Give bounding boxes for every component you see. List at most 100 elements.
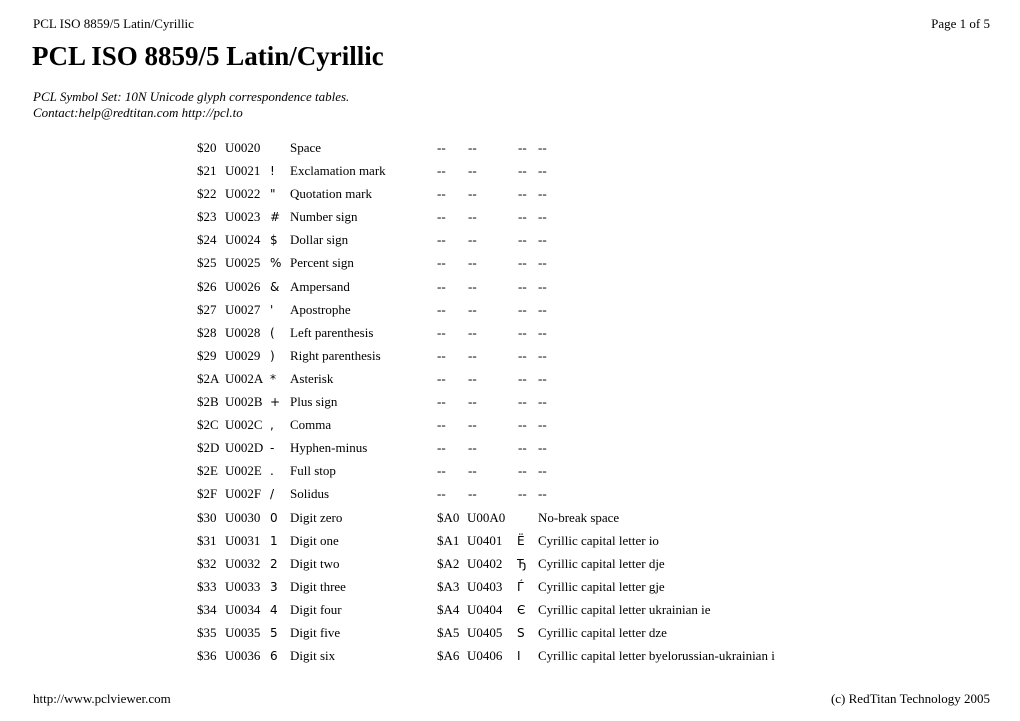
code-cell: $35 (197, 624, 217, 640)
unicode-cell: U0028 (225, 324, 261, 340)
glyph-cell: - (270, 441, 275, 456)
code2-cell: -- (437, 301, 446, 317)
glyph2-cell: -- (518, 370, 527, 386)
glyph-cell: # (270, 210, 281, 225)
code-cell: $20 (197, 140, 217, 155)
unicode-cell: U002C (225, 417, 263, 433)
glyph2-cell: Ё (517, 533, 525, 548)
unicode2-cell: -- (468, 463, 477, 479)
name-cell: Comma (290, 417, 332, 433)
name2-cell: -- (538, 186, 547, 202)
unicode2-cell: -- (468, 140, 477, 155)
table-row: $2C U002C, Comma -- -- -- -- (0, 416, 1020, 439)
glyph2-cell: -- (518, 255, 527, 271)
table-row: $35 U0035 5 Digit five $A5 U0405 Ѕ Cyrillic cap… (0, 624, 1020, 647)
name2-cell: -- (538, 370, 547, 386)
table-row: $2A U002A * Asterisk -- -- -- -- (0, 370, 1020, 393)
unicode-cell: U0031 (225, 532, 261, 548)
name-cell: Apostrophe (290, 301, 351, 317)
name2-cell: -- (538, 417, 547, 433)
name2-cell: -- (538, 255, 547, 271)
code-cell: $27 (197, 301, 217, 317)
unicode2-cell: U0405 (467, 624, 503, 640)
glyph2-cell: -- (518, 417, 527, 433)
name2-cell: -- (538, 486, 547, 502)
table-row: $36 U0036 6 Digit six $A6 U0406 І Cyrillic capi… (0, 647, 1020, 670)
code-cell: $32 (197, 555, 217, 571)
name-cell: Dollar sign (290, 232, 349, 248)
glyph-cell: * (270, 371, 276, 386)
unicode-cell: U0035 (225, 624, 261, 640)
glyph-cell: " (270, 187, 276, 202)
name2-cell: -- (538, 347, 547, 363)
table-row: $23 U0023 # Number sign -- -- -- -- (0, 208, 1020, 231)
name-cell: Space (290, 140, 322, 155)
name2-cell: Cyrillic capital letter byelorussian-ukr… (538, 648, 775, 664)
name-cell: Number sign (290, 209, 358, 225)
table-row: $2B U002B + Plus sign -- -- -- -- (0, 393, 1020, 416)
unicode2-cell: U0404 (467, 601, 503, 617)
name-cell: Plus sign (290, 394, 338, 410)
table-row: $33 U0033 3 Digit three $A3 U0403 Ѓ Cyrillic ca… (0, 578, 1020, 601)
name2-cell: Cyrillic capital letter dze (538, 624, 667, 640)
code-cell: $2D (197, 440, 220, 456)
unicode-cell: U002B (225, 394, 263, 410)
glyph-cell: 6 (270, 649, 278, 664)
unicode2-cell: -- (468, 163, 477, 179)
unicode-cell: U0025 (225, 255, 261, 271)
code2-cell: $A6 (437, 648, 460, 664)
code2-cell: $A5 (437, 624, 460, 640)
code2-cell: -- (437, 463, 446, 479)
code-cell: $2A (197, 370, 220, 386)
glyph2-cell: -- (518, 163, 527, 179)
glyph2-cell: -- (518, 301, 527, 317)
unicode2-cell: -- (468, 486, 477, 502)
unicode-cell: U002E (225, 463, 262, 479)
glyph2-cell: -- (518, 278, 527, 294)
table-row: $29 U0029) Right parenthesis -- -- -- -- (0, 347, 1020, 370)
glyph2-cell: Ѓ (517, 579, 525, 594)
unicode2-cell: -- (468, 186, 477, 202)
subtitle-contact: Contact:help@redtitan.com http://pcl.to (33, 105, 243, 120)
table-row: $24 U0024 $ Dollar sign -- -- -- -- (0, 231, 1020, 254)
unicode-cell: U0029 (225, 347, 261, 363)
glyph2-cell: -- (518, 463, 527, 479)
glyph-correspondence-table: $20 U0020 Space -- -- -- -- $21 U0021! Exclamati… (0, 139, 1020, 670)
name2-cell: -- (538, 140, 547, 155)
unicode-cell: U002F (225, 486, 262, 502)
glyph2-cell: -- (518, 486, 527, 502)
unicode-cell: U0022 (225, 186, 261, 202)
unicode-cell: U0027 (225, 301, 261, 317)
unicode2-cell: -- (468, 370, 477, 386)
name-cell: Left parenthesis (290, 324, 374, 340)
name2-cell: -- (538, 463, 547, 479)
name2-cell: -- (538, 301, 547, 317)
code-cell: $28 (197, 324, 217, 340)
code-cell: $23 (197, 209, 217, 225)
glyph-cell: % (270, 256, 282, 271)
unicode2-cell: -- (468, 209, 477, 225)
unicode-cell: U0023 (225, 209, 261, 225)
glyph-cell: & (270, 279, 280, 294)
code-cell: $24 (197, 232, 217, 248)
code-cell: $22 (197, 186, 217, 202)
name-cell: Ampersand (290, 278, 350, 294)
code2-cell: -- (437, 278, 446, 294)
code2-cell: -- (437, 186, 446, 202)
code2-cell: -- (437, 486, 446, 502)
code2-cell: -- (437, 440, 446, 456)
glyph2-cell: І (517, 649, 521, 664)
code2-cell: -- (437, 417, 446, 433)
footer-url[interactable]: http://www.pclviewer.com (33, 691, 171, 707)
running-header-title: PCL ISO 8859/5 Latin/Cyrillic (33, 16, 194, 31)
code-cell: $30 (197, 509, 217, 525)
table-row: $2D U002D - Hyphen-minus -- -- -- -- (0, 439, 1020, 462)
name2-cell: -- (538, 163, 547, 179)
name-cell: Digit five (290, 624, 341, 640)
unicode2-cell: -- (468, 255, 477, 271)
unicode2-cell: -- (468, 417, 477, 433)
name2-cell: -- (538, 440, 547, 456)
code-cell: $36 (197, 648, 217, 664)
code2-cell: $A2 (437, 555, 460, 571)
subtitle-symbol-set: PCL Symbol Set: 10N Unicode glyph corres… (33, 89, 350, 104)
